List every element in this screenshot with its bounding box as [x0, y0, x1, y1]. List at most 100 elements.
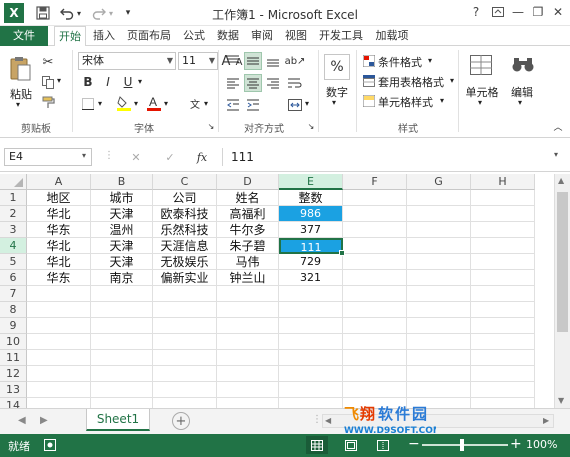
- editing-dropdown-icon[interactable]: ▾: [518, 98, 522, 107]
- row-header-11[interactable]: 11: [0, 350, 27, 366]
- cell-c10[interactable]: [153, 334, 217, 350]
- sheet-tab-sheet1[interactable]: Sheet1: [86, 409, 150, 431]
- column-header-b[interactable]: B: [91, 174, 153, 190]
- cell-e4[interactable]: 111: [279, 238, 343, 254]
- cell-h11[interactable]: [471, 350, 535, 366]
- page-break-view-icon[interactable]: [372, 436, 394, 454]
- cell-f9[interactable]: [343, 318, 407, 334]
- cell-g3[interactable]: [407, 222, 471, 238]
- cell-f8[interactable]: [343, 302, 407, 318]
- cell-f13[interactable]: [343, 382, 407, 398]
- normal-view-icon[interactable]: [306, 436, 328, 454]
- sheet-nav-prev-icon[interactable]: ◀: [18, 415, 26, 426]
- tab-add-ins[interactable]: 加载项: [372, 26, 412, 46]
- cell-b13[interactable]: [91, 382, 153, 398]
- cell-g12[interactable]: [407, 366, 471, 382]
- vertical-scrollbar[interactable]: ▲ ▼: [554, 174, 570, 408]
- zoom-out-button[interactable]: −: [408, 436, 420, 452]
- cell-c7[interactable]: [153, 286, 217, 302]
- cell-a14[interactable]: [27, 398, 91, 408]
- cell-g9[interactable]: [407, 318, 471, 334]
- row-header-14[interactable]: 14: [0, 398, 27, 408]
- cell-e5[interactable]: 729: [279, 254, 343, 270]
- column-header-a[interactable]: A: [27, 174, 91, 190]
- insert-function-button[interactable]: fx: [192, 148, 212, 166]
- borders-icon[interactable]: [80, 96, 96, 112]
- cell-b8[interactable]: [91, 302, 153, 318]
- cell-g13[interactable]: [407, 382, 471, 398]
- cell-a5[interactable]: 华北: [27, 254, 91, 270]
- cell-a6[interactable]: 华东: [27, 270, 91, 286]
- column-header-h[interactable]: H: [471, 174, 535, 190]
- cancel-entry-button[interactable]: ✕: [126, 148, 146, 166]
- cell-d2[interactable]: 高福利: [217, 206, 279, 222]
- cell-f4[interactable]: [343, 238, 407, 254]
- cell-f3[interactable]: [343, 222, 407, 238]
- cell-b5[interactable]: 天津: [91, 254, 153, 270]
- cell-c3[interactable]: 乐然科技: [153, 222, 217, 238]
- row-header-3[interactable]: 3: [0, 222, 27, 238]
- cell-e8[interactable]: [279, 302, 343, 318]
- zoom-slider-thumb[interactable]: [460, 439, 464, 451]
- cell-c11[interactable]: [153, 350, 217, 366]
- format-as-table-button[interactable]: 套用表格格式: [378, 74, 444, 90]
- scroll-down-icon[interactable]: ▼: [558, 396, 564, 405]
- cell-f2[interactable]: [343, 206, 407, 222]
- cell-h12[interactable]: [471, 366, 535, 382]
- cell-a8[interactable]: [27, 302, 91, 318]
- cell-e10[interactable]: [279, 334, 343, 350]
- cell-g7[interactable]: [407, 286, 471, 302]
- cell-e6[interactable]: 321: [279, 270, 343, 286]
- fill-handle[interactable]: [339, 250, 345, 256]
- cell-c2[interactable]: 欧泰科技: [153, 206, 217, 222]
- row-header-9[interactable]: 9: [0, 318, 27, 334]
- row-header-12[interactable]: 12: [0, 366, 27, 382]
- cell-d1[interactable]: 姓名: [217, 190, 279, 206]
- fill-color-icon[interactable]: [116, 94, 132, 112]
- bold-button[interactable]: B: [80, 74, 96, 90]
- cell-b4[interactable]: 天津: [91, 238, 153, 254]
- tab-developer[interactable]: 开发工具: [316, 26, 366, 46]
- phonetic-dropdown-icon[interactable]: ▾: [204, 99, 208, 108]
- name-box-dropdown-icon[interactable]: ▾: [82, 151, 86, 160]
- cell-e3[interactable]: 377: [279, 222, 343, 238]
- cell-h6[interactable]: [471, 270, 535, 286]
- cell-e1[interactable]: 整数: [279, 190, 343, 206]
- formula-input[interactable]: 111: [222, 148, 542, 166]
- number-group-label[interactable]: 数字: [322, 84, 352, 100]
- cell-c1[interactable]: 公司: [153, 190, 217, 206]
- phonetic-guide-icon[interactable]: 文: [186, 94, 204, 112]
- cell-styles-icon[interactable]: [362, 94, 376, 108]
- cell-g5[interactable]: [407, 254, 471, 270]
- cell-c5[interactable]: 无极娱乐: [153, 254, 217, 270]
- italic-button[interactable]: I: [100, 74, 116, 90]
- cell-g8[interactable]: [407, 302, 471, 318]
- page-layout-view-icon[interactable]: [340, 436, 362, 454]
- font-dialog-launcher-icon[interactable]: ↘: [206, 120, 216, 132]
- cell-g11[interactable]: [407, 350, 471, 366]
- cell-b2[interactable]: 天津: [91, 206, 153, 222]
- format-as-table-dropdown-icon[interactable]: ▾: [450, 76, 454, 85]
- tab-view[interactable]: 视图: [282, 26, 310, 46]
- cell-c9[interactable]: [153, 318, 217, 334]
- tab-file[interactable]: 文件: [0, 26, 48, 46]
- help-button[interactable]: ?: [466, 2, 486, 22]
- cell-f6[interactable]: [343, 270, 407, 286]
- cell-b11[interactable]: [91, 350, 153, 366]
- paste-icon[interactable]: [8, 54, 34, 84]
- cell-b7[interactable]: [91, 286, 153, 302]
- align-top-icon[interactable]: [224, 52, 242, 70]
- number-format-icon[interactable]: %: [324, 54, 350, 80]
- underline-dropdown-icon[interactable]: ▾: [138, 77, 142, 86]
- font-name-combo[interactable]: 宋体 ▼: [78, 52, 176, 70]
- cell-e9[interactable]: [279, 318, 343, 334]
- row-header-6[interactable]: 6: [0, 270, 27, 286]
- align-center-icon[interactable]: [244, 74, 262, 92]
- fill-color-dropdown-icon[interactable]: ▾: [134, 99, 138, 108]
- increase-indent-icon[interactable]: [244, 96, 262, 114]
- scroll-right-icon[interactable]: ▶: [543, 416, 549, 425]
- cells-dropdown-icon[interactable]: ▾: [478, 98, 482, 107]
- cell-d9[interactable]: [217, 318, 279, 334]
- cell-e14[interactable]: [279, 398, 343, 408]
- ribbon-display-options-icon[interactable]: [488, 2, 508, 22]
